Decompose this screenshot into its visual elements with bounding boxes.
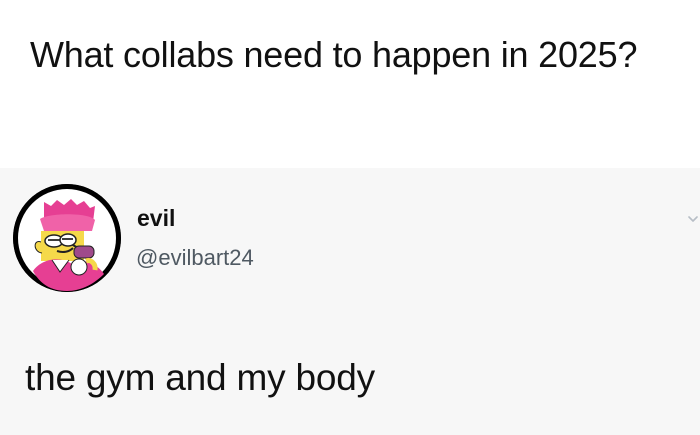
author-handle[interactable]: @evilbart24 [136, 244, 254, 272]
meme-caption: What collabs need to happen in 2025? [30, 34, 638, 75]
tweet-card[interactable]: evil @evilbart24 the gym and my body [0, 168, 700, 435]
tweet-body: the gym and my body [25, 357, 375, 398]
bart-simpson-avatar-icon[interactable] [13, 184, 121, 292]
chevron-down-icon[interactable] [688, 214, 698, 224]
author-display-name[interactable]: evil [137, 204, 175, 232]
screenshot-page: What collabs need to happen in 2025? evi… [0, 0, 700, 435]
